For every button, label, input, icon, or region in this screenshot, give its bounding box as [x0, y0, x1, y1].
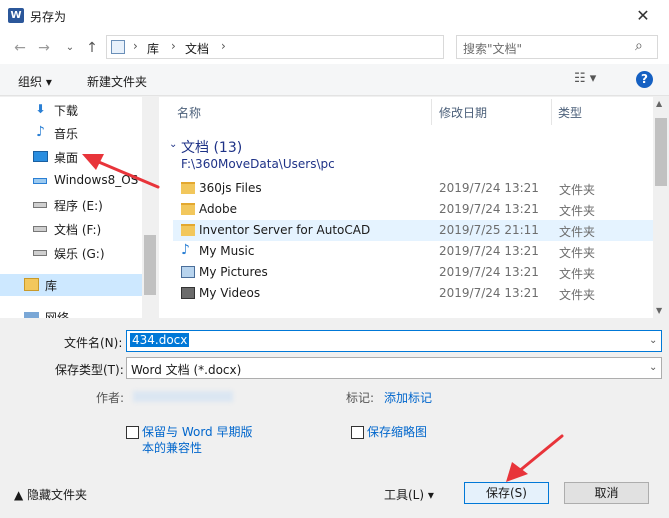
new-folder-button[interactable]: 新建文件夹 [87, 73, 147, 90]
download-icon: ⬇ [35, 102, 46, 116]
column-divider[interactable] [551, 99, 552, 125]
arrow-to-save [506, 434, 564, 482]
save-type-label: 保存类型(T): [55, 363, 124, 377]
sidebar-item-drive-f[interactable]: 文档 (F:) [0, 218, 142, 240]
sidebar-scrollbar-thumb[interactable] [144, 235, 156, 295]
filename-input[interactable]: 434.docx ⌄ [126, 330, 662, 352]
collapse-group-icon[interactable]: ⌄ [169, 139, 177, 150]
hide-folders-button[interactable]: ▲ 隐藏文件夹 [14, 486, 87, 503]
sidebar-item-downloads[interactable]: ⬇ 下载 [0, 99, 142, 121]
title-bar: W 另存为 ✕ [0, 0, 669, 32]
toolbar: 组织 ▾ 新建文件夹 ☷ ▾ ? [0, 64, 669, 96]
group-header[interactable]: 文档 (13) [181, 137, 242, 157]
breadcrumb-library[interactable]: 库 [147, 40, 159, 57]
search-icon[interactable]: ⌕ [635, 38, 643, 54]
sidebar-item-drive-g[interactable]: 娱乐 (G:) [0, 242, 142, 264]
back-button[interactable]: ← [10, 38, 30, 58]
folder-icon [181, 182, 195, 194]
add-tag-link[interactable]: 添加标记 [384, 389, 432, 406]
author-value-redacted[interactable] [133, 391, 233, 402]
cancel-button[interactable]: 取消 [564, 482, 649, 504]
file-row[interactable]: 360js Files 2019/7/24 13:21 文件夹 [173, 178, 653, 199]
drive-icon [33, 202, 47, 208]
file-row[interactable]: My Videos 2019/7/24 13:21 文件夹 [173, 283, 653, 304]
filename-value: 434.docx [130, 333, 190, 347]
file-list: 名称 修改日期 类型 ⌄ 文档 (13) F:\360MoveData\User… [159, 97, 653, 318]
scroll-up-icon[interactable]: ▲ [656, 99, 662, 108]
address-bar[interactable]: › 库 › 文档 › ▾ ↻ [106, 35, 541, 59]
column-header-date[interactable]: 修改日期 [439, 104, 487, 121]
breadcrumb-documents[interactable]: 文档 [185, 40, 209, 57]
organize-button[interactable]: 组织 ▾ [18, 73, 52, 90]
compatibility-checkbox[interactable] [126, 426, 139, 439]
videos-folder-icon [181, 287, 195, 299]
breadcrumb-separator: › [221, 39, 226, 53]
sidebar-item-windows-drive[interactable]: Windows8_OS [0, 170, 142, 192]
compatibility-label-line1[interactable]: 保留与 Word 早期版 [142, 424, 252, 440]
breadcrumb-separator: › [133, 39, 138, 53]
window-title: 另存为 [30, 10, 67, 24]
drive-icon [33, 178, 47, 184]
folder-icon [181, 203, 195, 215]
tools-dropdown[interactable]: 工具(L) ▾ [384, 486, 434, 503]
column-divider[interactable] [431, 99, 432, 125]
column-header-name[interactable]: 名称 [177, 104, 201, 121]
file-row-selected[interactable]: Inventor Server for AutoCAD 2019/7/25 21… [173, 220, 653, 241]
network-icon [24, 312, 39, 318]
sidebar-item-library[interactable]: 库 [0, 274, 142, 296]
desktop-icon [33, 151, 48, 162]
save-thumbnail-label[interactable]: 保存缩略图 [367, 424, 427, 440]
tags-label: 标记: [346, 391, 375, 405]
scroll-down-icon[interactable]: ▼ [656, 306, 662, 315]
author-label: 作者: [96, 391, 125, 405]
filename-label: 文件名(N): [64, 336, 123, 350]
sidebar-item-drive-e[interactable]: 程序 (E:) [0, 194, 142, 216]
file-list-scrollbar-thumb[interactable] [655, 118, 667, 186]
word-app-icon: W [8, 8, 24, 23]
chevron-down-icon[interactable]: ⌄ [649, 335, 657, 346]
search-placeholder: 搜索"文档" [463, 42, 523, 56]
sidebar-item-desktop[interactable]: 桌面 [0, 146, 142, 168]
breadcrumb-separator: › [171, 39, 176, 53]
sidebar-item-music[interactable]: ♪ 音乐 [0, 122, 142, 144]
chevron-down-icon[interactable]: ⌄ [649, 362, 657, 373]
save-type-select[interactable]: Word 文档 (*.docx) ⌄ [126, 357, 662, 379]
sidebar-item-network[interactable]: 网络 [0, 306, 142, 318]
search-input[interactable]: 搜索"文档" ⌕ [456, 35, 658, 59]
pictures-folder-icon [181, 266, 195, 278]
view-options-button[interactable]: ☷ ▾ [574, 71, 596, 86]
file-row[interactable]: ♪ My Music 2019/7/24 13:21 文件夹 [173, 241, 653, 262]
save-button[interactable]: 保存(S) [464, 482, 549, 504]
recent-locations-dropdown[interactable]: ⌄ [60, 38, 80, 58]
save-type-value: Word 文档 (*.docx) [131, 363, 242, 377]
file-row[interactable]: Adobe 2019/7/24 13:21 文件夹 [173, 199, 653, 220]
drive-icon [33, 226, 47, 232]
close-button[interactable]: ✕ [628, 4, 658, 28]
column-header-type[interactable]: 类型 [558, 104, 582, 121]
group-path: F:\360MoveData\Users\pc [181, 157, 335, 171]
drive-icon [33, 250, 47, 256]
help-button[interactable]: ? [636, 71, 653, 88]
forward-button[interactable]: → [34, 38, 54, 58]
folder-icon [181, 224, 195, 236]
address-row: ← → ⌄ ↑ › 库 › 文档 › ▾ ↻ 搜索"文档" ⌕ [0, 32, 669, 64]
library-icon [24, 278, 39, 291]
library-icon [111, 40, 125, 54]
save-thumbnail-checkbox[interactable] [351, 426, 364, 439]
file-row[interactable]: My Pictures 2019/7/24 13:21 文件夹 [173, 262, 653, 283]
navigation-pane: ⬇ 下载 ♪ 音乐 桌面 Windows8_OS 程序 (E:) 文档 (F:)… [0, 97, 158, 318]
music-icon: ♪ [36, 124, 45, 140]
up-button[interactable]: ↑ [82, 38, 102, 58]
music-folder-icon: ♪ [181, 242, 190, 258]
compatibility-label-line2[interactable]: 本的兼容性 [142, 440, 202, 456]
